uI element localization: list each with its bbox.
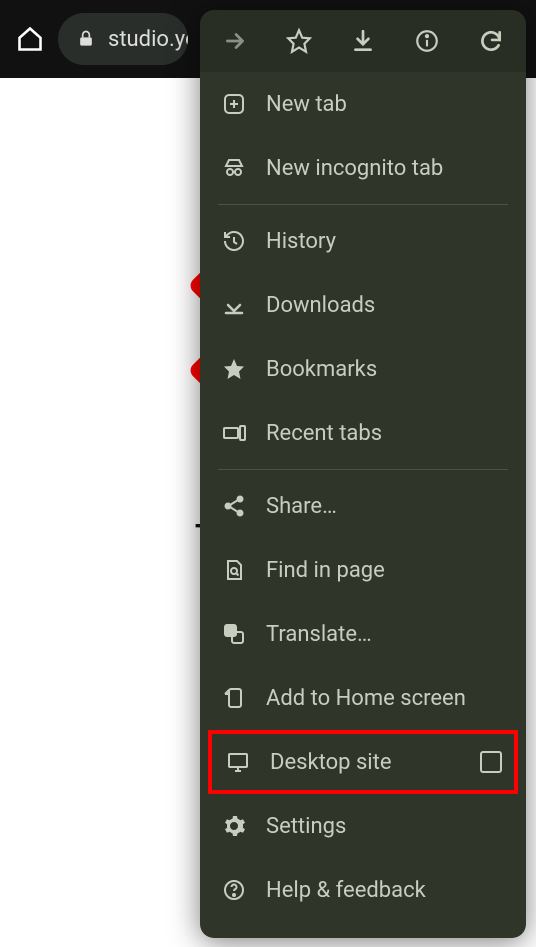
help-icon [220, 876, 248, 904]
menu-new-tab[interactable]: New tab [200, 72, 526, 136]
menu-recent-tabs[interactable]: Recent tabs [200, 401, 526, 465]
menu-find-in-page[interactable]: Find in page [200, 538, 526, 602]
menu-bookmarks[interactable]: Bookmarks [200, 337, 526, 401]
menu-label: Desktop site [270, 750, 462, 775]
menu-share[interactable]: Share… [200, 474, 526, 538]
desktop-icon [224, 748, 252, 776]
settings-icon [220, 812, 248, 840]
refresh-icon[interactable] [478, 28, 504, 54]
menu-label: Settings [266, 814, 506, 839]
menu-top-icons [200, 10, 526, 72]
menu-label: Downloads [266, 293, 506, 318]
menu-add-home[interactable]: Add to Home screen [200, 666, 526, 730]
new-tab-icon [220, 90, 248, 118]
downloads-icon [220, 291, 248, 319]
menu-label: New tab [266, 92, 506, 117]
menu-divider [218, 469, 508, 470]
forward-icon[interactable] [222, 28, 248, 54]
menu-history[interactable]: History [200, 209, 526, 273]
download-icon[interactable] [350, 28, 376, 54]
url-bar[interactable]: studio.yo [58, 13, 188, 65]
desktop-site-checkbox[interactable] [480, 751, 502, 773]
menu-label: Share… [266, 494, 506, 519]
menu-downloads[interactable]: Downloads [200, 273, 526, 337]
bookmarks-icon [220, 355, 248, 383]
add-home-icon [220, 684, 248, 712]
menu-label: Translate… [266, 622, 506, 647]
info-icon[interactable] [414, 28, 440, 54]
history-icon [220, 227, 248, 255]
menu-incognito[interactable]: New incognito tab [200, 136, 526, 200]
url-text: studio.yo [108, 27, 188, 52]
menu-label: Recent tabs [266, 421, 506, 446]
menu-label: Bookmarks [266, 357, 506, 382]
menu-help[interactable]: Help & feedback [200, 858, 526, 922]
menu-label: New incognito tab [266, 156, 506, 181]
menu-settings[interactable]: Settings [200, 794, 526, 858]
share-icon [220, 492, 248, 520]
menu-label: Help & feedback [266, 878, 506, 903]
recent-tabs-icon [220, 419, 248, 447]
menu-label: History [266, 229, 506, 254]
menu-divider [218, 204, 508, 205]
incognito-icon [220, 154, 248, 182]
menu-label: Add to Home screen [266, 686, 506, 711]
menu-desktop-site[interactable]: Desktop site [208, 730, 518, 794]
home-icon[interactable] [16, 25, 44, 53]
lock-icon [76, 29, 96, 49]
find-icon [220, 556, 248, 584]
browser-menu: New tab New incognito tab History Downlo… [200, 10, 526, 938]
translate-icon [220, 620, 248, 648]
menu-label: Find in page [266, 558, 506, 583]
menu-translate[interactable]: Translate… [200, 602, 526, 666]
star-icon[interactable] [286, 28, 312, 54]
